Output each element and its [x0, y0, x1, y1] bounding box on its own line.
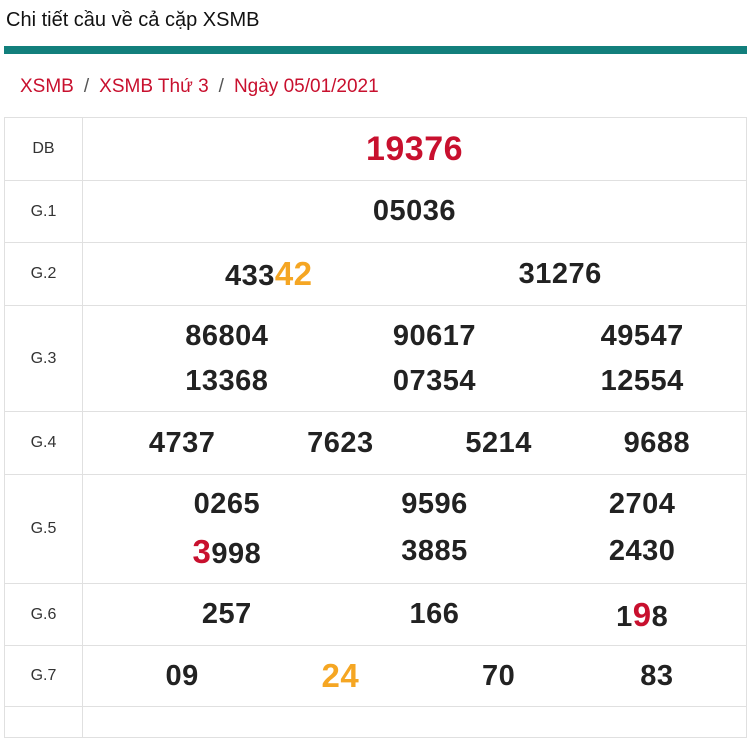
prize-number: 31276 — [518, 257, 602, 290]
highlighted-digits: 9 — [632, 595, 652, 633]
prize-number: 70 — [481, 659, 516, 692]
highlighted-digits: 42 — [274, 255, 313, 292]
prize-cell-db: 19376 — [82, 117, 747, 181]
table-row: G.7 09 24 70 83 — [4, 645, 747, 707]
table-row: G.2 43342 31276 — [4, 242, 747, 306]
empty-cell — [82, 706, 747, 738]
breadcrumb: XSMB / XSMB Thứ 3 / Ngày 05/01/2021 — [20, 76, 379, 98]
prize-number: 0265 — [193, 487, 261, 520]
prize-label-g6: G.6 — [4, 583, 83, 646]
prize-number: 257 — [201, 598, 252, 630]
prize-number: 43342 — [225, 255, 313, 293]
prize-label-g1: G.1 — [4, 180, 83, 243]
prize-number: 13368 — [185, 364, 269, 397]
prize-number: 90617 — [392, 319, 477, 352]
special-prize-number: 19376 — [365, 129, 464, 168]
prize-label-g3: G.3 — [4, 305, 83, 412]
breadcrumb-separator: / — [83, 76, 90, 97]
results-table: DB 19376 G.1 05036 G.2 43342 31276 G.3 8… — [4, 117, 747, 738]
breadcrumb-link-date[interactable]: Ngày 05/01/2021 — [234, 76, 379, 97]
table-row: DB 19376 — [4, 117, 747, 181]
table-row: G.3 86804 90617 49547 13368 07354 12554 — [4, 305, 747, 412]
prize-cell-g6: 257 166 198 — [82, 583, 747, 646]
highlighted-number: 24 — [321, 657, 360, 694]
table-row: G.1 05036 — [4, 180, 747, 243]
prize-number: 198 — [616, 596, 668, 634]
prize-number: 4737 — [148, 426, 216, 459]
prize-number: 2430 — [608, 535, 676, 567]
prize-number: 5214 — [465, 426, 532, 459]
table-row: G.5 0265 9596 2704 3998 3885 2430 — [4, 474, 747, 584]
prize-label-g5: G.5 — [4, 474, 83, 584]
prize-label-g4: G.4 — [4, 411, 83, 475]
prize-number: 05036 — [372, 195, 457, 227]
prize-cell-g4: 4737 7623 5214 9688 — [82, 411, 747, 475]
prize-label-g7: G.7 — [4, 645, 83, 707]
prize-cell-g3: 86804 90617 49547 13368 07354 12554 — [82, 305, 747, 412]
table-row: G.6 257 166 198 — [4, 583, 747, 646]
breadcrumb-separator: / — [218, 76, 224, 97]
prize-number: 49547 — [600, 319, 684, 352]
prize-cell-g2: 43342 31276 — [82, 242, 747, 306]
number-part: 8 — [651, 600, 669, 633]
prize-number: 9688 — [623, 426, 691, 459]
number-part: 998 — [211, 537, 262, 570]
prize-number: 83 — [640, 659, 674, 692]
prize-cell-g5: 0265 9596 2704 3998 3885 2430 — [82, 474, 747, 584]
prize-label-g2: G.2 — [4, 242, 83, 306]
number-part: 1 — [616, 600, 633, 633]
number-part: 433 — [224, 260, 275, 292]
prize-number: 166 — [409, 598, 460, 630]
prize-number: 12554 — [600, 364, 684, 397]
prize-number: 7623 — [307, 426, 374, 459]
table-row: G.4 4737 7623 5214 9688 — [4, 411, 747, 475]
prize-number: 07354 — [392, 364, 477, 397]
empty-cell — [4, 706, 83, 738]
breadcrumb-link-xsmb-thu-3[interactable]: XSMB Thứ 3 — [99, 76, 209, 97]
breadcrumb-link-xsmb[interactable]: XSMB — [20, 76, 74, 97]
prize-cell-g7: 09 24 70 83 — [82, 645, 747, 707]
title-accent-bar — [4, 46, 747, 54]
prize-cell-g1: 05036 — [82, 180, 747, 243]
prize-number: 3998 — [192, 533, 261, 571]
prize-label-db: DB — [4, 117, 83, 181]
page-title: Chi tiết cầu về cả cặp XSMB — [6, 9, 260, 31]
prize-number: 86804 — [185, 319, 269, 352]
prize-number: 3885 — [401, 535, 468, 567]
highlighted-digits: 3 — [192, 532, 212, 570]
table-row-empty — [4, 706, 747, 738]
prize-number: 9596 — [401, 487, 468, 520]
prize-number: 2704 — [608, 487, 676, 520]
prize-number: 09 — [165, 659, 199, 692]
